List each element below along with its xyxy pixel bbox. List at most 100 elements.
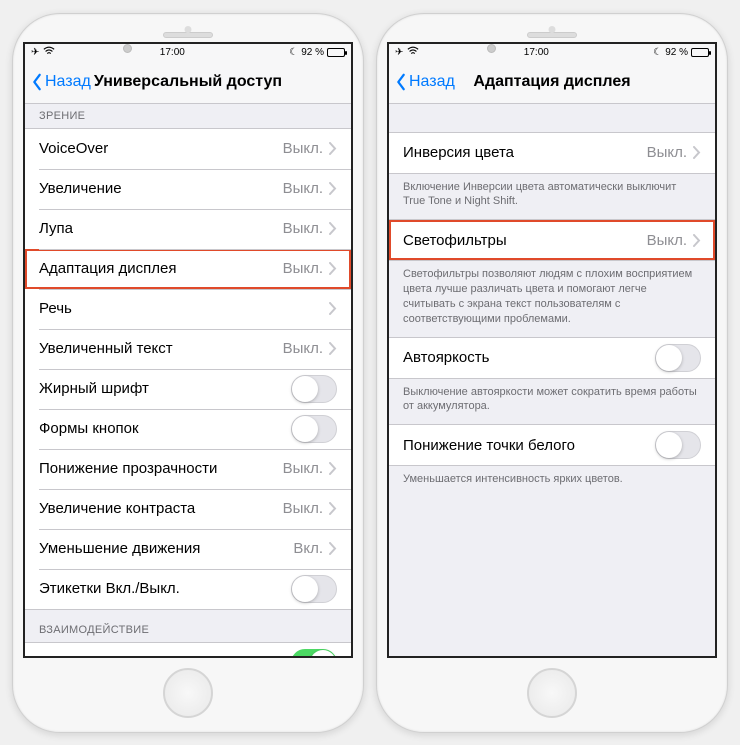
- nav-bar: Назад Универсальный доступ: [25, 62, 351, 104]
- chevron-right-icon: [329, 542, 337, 555]
- settings-list[interactable]: ЗРЕНИЕ VoiceOver Выкл. Увеличение Выкл. …: [25, 104, 351, 656]
- toggle-button-shapes[interactable]: [291, 415, 337, 443]
- front-camera: [123, 44, 132, 53]
- row-value: Выкл.: [647, 232, 687, 249]
- home-button[interactable]: [163, 668, 213, 718]
- row-value: Выкл.: [283, 260, 323, 277]
- chevron-right-icon: [329, 262, 337, 275]
- chevron-right-icon: [329, 142, 337, 155]
- status-time: 17:00: [524, 47, 549, 58]
- row-value: Выкл.: [647, 144, 687, 161]
- toggle-white-point[interactable]: [655, 431, 701, 459]
- row-label: Жирный шрифт: [39, 380, 291, 397]
- footer-invert: Включение Инверсии цвета автоматически в…: [389, 174, 715, 220]
- front-camera: [487, 44, 496, 53]
- row-magnifier[interactable]: Лупа Выкл.: [25, 209, 351, 249]
- row-label: Лупа: [39, 220, 283, 237]
- row-speech[interactable]: Речь: [25, 289, 351, 329]
- proximity-sensor: [549, 26, 556, 33]
- chevron-right-icon: [329, 302, 337, 315]
- home-button[interactable]: [527, 668, 577, 718]
- row-zoom[interactable]: Увеличение Выкл.: [25, 169, 351, 209]
- row-label: Автояркость: [403, 349, 655, 366]
- row-larger-text[interactable]: Увеличенный текст Выкл.: [25, 329, 351, 369]
- chevron-right-icon: [693, 146, 701, 159]
- row-reachability[interactable]: Удобный доступ: [25, 643, 351, 656]
- toggle-auto-brightness[interactable]: [655, 344, 701, 372]
- toggle-bold-text[interactable]: [291, 375, 337, 403]
- row-button-shapes[interactable]: Формы кнопок: [25, 409, 351, 449]
- toggle-reachability[interactable]: [291, 649, 337, 656]
- proximity-sensor: [185, 26, 192, 33]
- row-label: Речь: [39, 300, 329, 317]
- row-label: Увеличенный текст: [39, 340, 283, 357]
- row-value: Выкл.: [283, 140, 323, 157]
- row-label: Светофильтры: [403, 232, 647, 249]
- phone-right: ✈ 17:00 ☾ 92 % Назад Адаптация дисплея: [376, 13, 728, 733]
- row-label: Адаптация дисплея: [39, 260, 283, 277]
- wifi-icon: [407, 46, 419, 59]
- footer-auto-brightness: Выключение автояркости может сократить в…: [389, 379, 715, 425]
- section-header-vision: ЗРЕНИЕ: [25, 104, 351, 128]
- row-value: Выкл.: [283, 500, 323, 517]
- settings-list[interactable]: Инверсия цвета Выкл. Включение Инверсии …: [389, 104, 715, 656]
- footer-filters: Светофильтры позволяют людям с плохим во…: [389, 261, 715, 336]
- battery-percent: 92 %: [301, 47, 324, 58]
- moon-icon: ☾: [653, 47, 662, 58]
- status-bar: ✈ 17:00 ☾ 92 %: [389, 44, 715, 62]
- row-value: Выкл.: [283, 220, 323, 237]
- chevron-right-icon: [329, 182, 337, 195]
- row-on-off-labels[interactable]: Этикетки Вкл./Выкл.: [25, 569, 351, 609]
- row-color-filters[interactable]: Светофильтры Выкл.: [389, 220, 715, 260]
- phone-left: ✈ 17:00 ☾ 92 % Назад Универсальный досту…: [12, 13, 364, 733]
- row-display-accommodations[interactable]: Адаптация дисплея Выкл.: [25, 249, 351, 289]
- back-button[interactable]: Назад: [389, 73, 455, 91]
- chevron-right-icon: [693, 234, 701, 247]
- chevron-left-icon: [31, 73, 43, 91]
- chevron-right-icon: [329, 222, 337, 235]
- row-reduce-transparency[interactable]: Понижение прозрачности Выкл.: [25, 449, 351, 489]
- battery-icon: [691, 48, 709, 57]
- row-auto-brightness[interactable]: Автояркость: [389, 338, 715, 378]
- row-label: Этикетки Вкл./Выкл.: [39, 580, 291, 597]
- row-label: Уменьшение движения: [39, 540, 293, 557]
- back-button[interactable]: Назад: [25, 73, 91, 91]
- row-value: Выкл.: [283, 340, 323, 357]
- footer-white-point: Уменьшается интенсивность ярких цветов.: [389, 466, 715, 497]
- back-label: Назад: [409, 73, 455, 91]
- row-value: Вкл.: [293, 540, 323, 557]
- battery-percent: 92 %: [665, 47, 688, 58]
- moon-icon: ☾: [289, 47, 298, 58]
- row-label: Формы кнопок: [39, 420, 291, 437]
- status-time: 17:00: [160, 47, 185, 58]
- section-header-interaction: ВЗАИМОДЕЙСТВИЕ: [25, 610, 351, 642]
- row-value: Выкл.: [283, 180, 323, 197]
- row-label: Увеличение контраста: [39, 500, 283, 517]
- chevron-right-icon: [329, 462, 337, 475]
- status-bar: ✈ 17:00 ☾ 92 %: [25, 44, 351, 62]
- chevron-right-icon: [329, 342, 337, 355]
- row-value: Выкл.: [283, 460, 323, 477]
- row-invert-colors[interactable]: Инверсия цвета Выкл.: [389, 133, 715, 173]
- row-voiceover[interactable]: VoiceOver Выкл.: [25, 129, 351, 169]
- row-label: Понижение прозрачности: [39, 460, 283, 477]
- airplane-icon: ✈: [31, 47, 39, 58]
- wifi-icon: [43, 46, 55, 59]
- screen-right: ✈ 17:00 ☾ 92 % Назад Адаптация дисплея: [387, 42, 717, 658]
- row-reduce-motion[interactable]: Уменьшение движения Вкл.: [25, 529, 351, 569]
- row-bold-text[interactable]: Жирный шрифт: [25, 369, 351, 409]
- row-increase-contrast[interactable]: Увеличение контраста Выкл.: [25, 489, 351, 529]
- row-label: VoiceOver: [39, 140, 283, 157]
- nav-bar: Назад Адаптация дисплея: [389, 62, 715, 104]
- chevron-left-icon: [395, 73, 407, 91]
- row-label: Понижение точки белого: [403, 437, 655, 454]
- toggle-on-off-labels[interactable]: [291, 575, 337, 603]
- chevron-right-icon: [329, 502, 337, 515]
- back-label: Назад: [45, 73, 91, 91]
- screen-left: ✈ 17:00 ☾ 92 % Назад Универсальный досту…: [23, 42, 353, 658]
- row-label: Увеличение: [39, 180, 283, 197]
- row-label: Удобный доступ: [39, 654, 291, 656]
- airplane-icon: ✈: [395, 47, 403, 58]
- row-white-point[interactable]: Понижение точки белого: [389, 425, 715, 465]
- battery-icon: [327, 48, 345, 57]
